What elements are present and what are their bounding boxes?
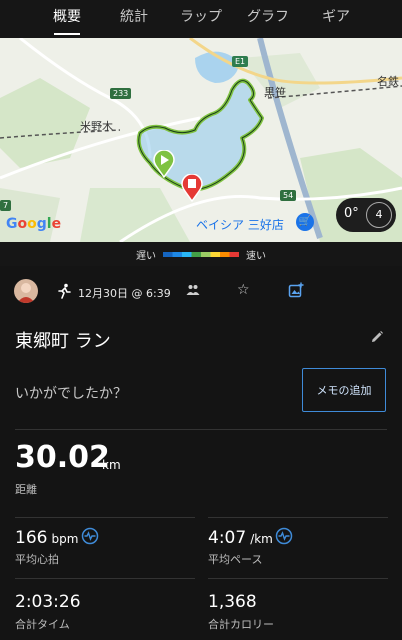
divider — [15, 429, 387, 430]
map-label-store: ベイシア 三好店 — [196, 218, 284, 232]
distance-value: 30.02 — [15, 440, 110, 475]
tab-bar: 概要 統計 ラップ グラフ ギア — [0, 0, 402, 38]
activity-meta-row: 12月30日 @ 6:39 ☆ — [0, 276, 402, 310]
legend-fast-label: 速い — [246, 251, 266, 262]
pace-chart-icon[interactable] — [275, 527, 293, 545]
weather-widget[interactable]: 0° 4 — [336, 198, 396, 232]
divider — [15, 578, 195, 579]
pace-label: 平均ペース — [208, 553, 263, 566]
edit-pencil-icon[interactable] — [370, 330, 384, 344]
heart-rate-unit: bpm — [51, 532, 79, 546]
total-calories-value: 1,368 — [208, 592, 257, 612]
divider — [208, 578, 388, 579]
map-label-meitetsu: 名鉄 — [377, 75, 399, 88]
legend-slow-label: 遅い — [136, 251, 156, 262]
tab-gear[interactable]: ギア — [322, 6, 350, 26]
road-badge-7: 7 — [0, 200, 12, 211]
wind-icon: 4 — [366, 202, 392, 228]
activity-title: 東郷町 ラン — [15, 331, 111, 352]
google-logo: Google — [6, 216, 62, 232]
heart-rate-label: 平均心拍 — [15, 553, 59, 566]
divider — [15, 517, 195, 518]
map-label-kurozasa: 黒笹 — [264, 86, 286, 99]
divider — [208, 517, 388, 518]
map-label-yoneno: 米野木 — [80, 120, 113, 133]
total-time-value: 2:03:26 — [15, 592, 81, 612]
heart-rate-chart-icon[interactable] — [81, 527, 99, 545]
active-tab-indicator — [54, 33, 80, 35]
distance-unit: km — [102, 458, 121, 472]
pace-gradient-bar — [163, 252, 239, 257]
feedback-prompt: いかがでしたか？ — [15, 386, 127, 402]
heart-rate-value-group: 166 bpm — [15, 528, 78, 548]
activity-date: 12月30日 @ 6:39 — [78, 287, 171, 300]
road-badge-e1: E1 — [232, 56, 249, 67]
route-map[interactable]: 米野木 黒笹 名鉄 233 54 E1 7 Google ベイシア 三好店 🛒 … — [0, 38, 402, 242]
distance-label: 距離 — [15, 483, 37, 496]
tab-laps[interactable]: ラップ — [180, 6, 222, 26]
tab-stats[interactable]: 統計 — [120, 6, 148, 26]
heart-rate-value: 166 — [15, 528, 48, 548]
road-badge-233: 233 — [110, 88, 132, 99]
start-pin-icon — [153, 150, 175, 178]
add-memo-button[interactable]: メモの追加 — [302, 368, 386, 412]
pace-unit: /km — [250, 532, 273, 546]
pace-value-group: 4:07/km — [208, 528, 273, 548]
star-icon[interactable]: ☆ — [237, 282, 250, 298]
road-badge-54: 54 — [280, 190, 297, 201]
pace-legend: 遅い 速い — [0, 242, 402, 266]
finish-pin-icon — [181, 174, 203, 202]
total-time-label: 合計タイム — [15, 618, 70, 631]
running-icon — [58, 283, 71, 299]
avatar[interactable] — [14, 279, 38, 303]
tab-overview[interactable]: 概要 — [53, 6, 81, 26]
temperature: 0° — [344, 206, 359, 221]
people-icon[interactable] — [186, 284, 200, 296]
total-calories-label: 合計カロリー — [208, 618, 274, 631]
shopping-cart-icon: 🛒 — [296, 213, 314, 231]
photo-add-icon[interactable] — [288, 282, 304, 298]
tab-graph[interactable]: グラフ — [247, 6, 289, 26]
pace-value: 4:07 — [208, 528, 247, 548]
